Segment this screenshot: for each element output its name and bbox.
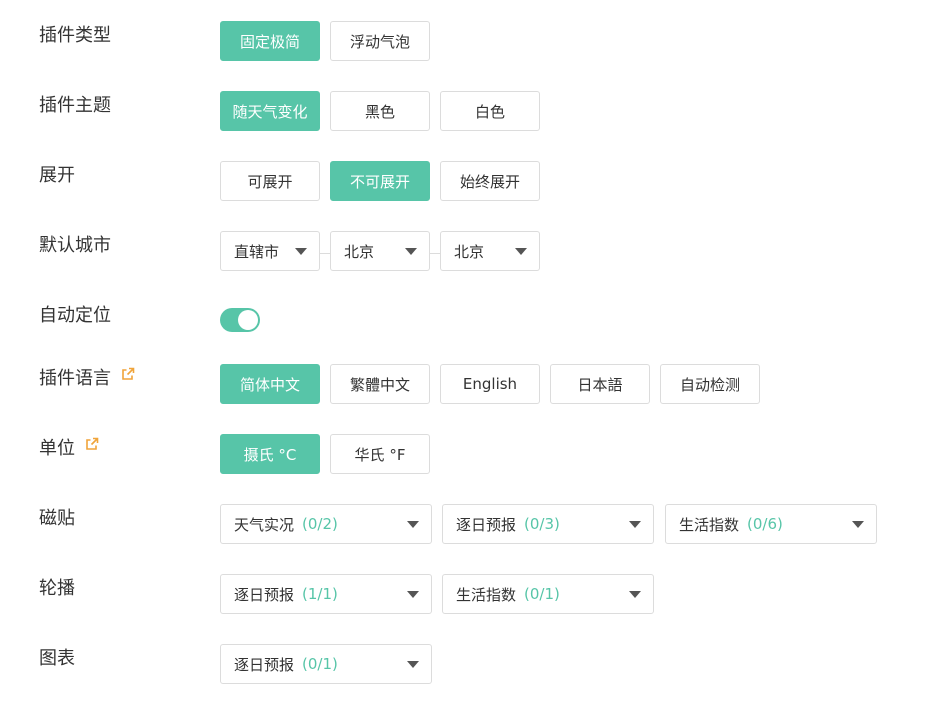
external-link-icon[interactable] (84, 434, 100, 460)
theme-follow-weather-button[interactable]: 随天气变化 (220, 91, 320, 131)
select-count: (0/1) (524, 585, 560, 603)
auto-locate-label: 自动定位 (39, 305, 111, 326)
toggle-knob (238, 310, 258, 330)
tiles-daily-forecast-select[interactable]: 逐日预报 (0/3) (442, 504, 654, 544)
select-name: 生活指数 (679, 515, 740, 534)
select-count: (0/3) (524, 515, 560, 533)
plugin-language-label-group: 插件语言 (39, 366, 136, 392)
select-count: (0/2) (302, 515, 338, 533)
plugin-language-label: 插件语言 (39, 368, 111, 389)
theme-black-button[interactable]: 黑色 (330, 91, 430, 131)
chart-label: 图表 (39, 648, 75, 669)
select-count: (0/6) (747, 515, 783, 533)
language-japanese-button[interactable]: 日本語 (550, 364, 650, 404)
unit-fahrenheit-button[interactable]: 华氏 °F (330, 434, 430, 474)
auto-locate-toggle[interactable] (220, 308, 260, 332)
plugin-type-fixed-minimal-button[interactable]: 固定极简 (220, 21, 320, 61)
chevron-down-icon (407, 661, 419, 668)
language-traditional-chinese-button[interactable]: 繁體中文 (330, 364, 430, 404)
unit-label: 单位 (39, 438, 75, 459)
select-count: (1/1) (302, 585, 338, 603)
province-select-value: 直辖市 (234, 242, 280, 261)
city-select-value: 北京 (344, 242, 375, 261)
chevron-down-icon (515, 248, 527, 255)
chevron-down-icon (407, 521, 419, 528)
select-divider (430, 253, 440, 254)
select-name: 生活指数 (456, 585, 517, 604)
select-count: (0/1) (302, 655, 338, 673)
chevron-down-icon (629, 521, 641, 528)
plugin-type-floating-bubble-button[interactable]: 浮动气泡 (330, 21, 430, 61)
chevron-down-icon (852, 521, 864, 528)
chevron-down-icon (295, 248, 307, 255)
external-link-icon[interactable] (120, 364, 136, 390)
select-name: 天气实况 (234, 515, 295, 534)
select-name: 逐日预报 (234, 655, 295, 674)
carousel-life-index-select[interactable]: 生活指数 (0/1) (442, 574, 654, 614)
select-name: 逐日预报 (234, 585, 295, 604)
district-select-value: 北京 (454, 242, 485, 261)
chevron-down-icon (629, 591, 641, 598)
carousel-daily-forecast-select[interactable]: 逐日预报 (1/1) (220, 574, 432, 614)
select-name: 逐日预报 (456, 515, 517, 534)
chevron-down-icon (407, 591, 419, 598)
unit-label-group: 单位 (39, 436, 100, 462)
plugin-theme-label: 插件主题 (39, 95, 111, 116)
default-city-label: 默认城市 (39, 235, 111, 256)
carousel-label: 轮播 (39, 578, 75, 599)
tiles-current-weather-select[interactable]: 天气实况 (0/2) (220, 504, 432, 544)
city-select[interactable]: 北京 (330, 231, 430, 271)
select-divider (320, 253, 330, 254)
province-select[interactable]: 直辖市 (220, 231, 320, 271)
chevron-down-icon (405, 248, 417, 255)
expand-expandable-button[interactable]: 可展开 (220, 161, 320, 201)
tiles-life-index-select[interactable]: 生活指数 (0/6) (665, 504, 877, 544)
expand-label: 展开 (39, 165, 75, 186)
theme-white-button[interactable]: 白色 (440, 91, 540, 131)
expand-always-button[interactable]: 始终展开 (440, 161, 540, 201)
expand-not-expandable-button[interactable]: 不可展开 (330, 161, 430, 201)
language-auto-detect-button[interactable]: 自动检测 (660, 364, 760, 404)
unit-celsius-button[interactable]: 摄氏 °C (220, 434, 320, 474)
district-select[interactable]: 北京 (440, 231, 540, 271)
language-english-button[interactable]: English (440, 364, 540, 404)
tiles-label: 磁贴 (39, 508, 75, 529)
plugin-type-label: 插件类型 (39, 25, 111, 46)
language-simplified-chinese-button[interactable]: 简体中文 (220, 364, 320, 404)
chart-daily-forecast-select[interactable]: 逐日预报 (0/1) (220, 644, 432, 684)
